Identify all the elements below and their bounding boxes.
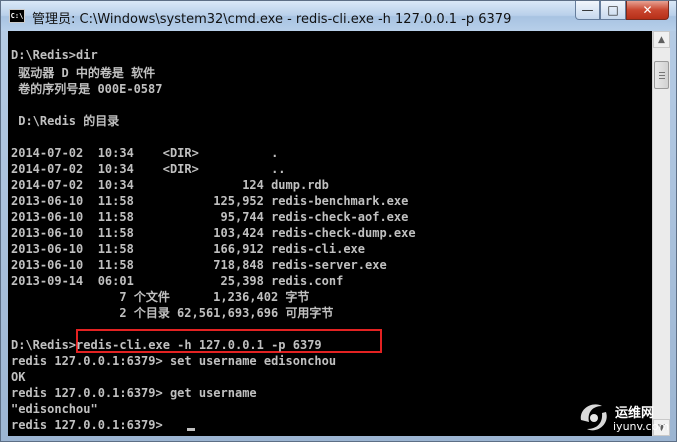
maximize-button[interactable]: □ xyxy=(600,1,626,20)
console-line: 2013-06-10 11:58 166,912 redis-cli.exe xyxy=(11,242,366,256)
window-title: 管理员: C:\Windows\system32\cmd.exe - redis… xyxy=(32,12,512,27)
console-line: 2014-07-02 10:34 124 dump.rdb xyxy=(11,178,329,192)
watermark-url: iyunv.com xyxy=(613,420,670,433)
console-line: 2013-06-10 11:58 718,848 redis-server.ex… xyxy=(11,258,387,272)
watermark: 运维网 iyunv.com xyxy=(575,398,673,438)
scroll-up-button[interactable]: ▲ xyxy=(653,31,670,48)
console-line: "edisonchou" xyxy=(11,402,98,416)
console-area[interactable]: D:\Redis>dir 驱动器 D 中的卷是 软件 卷的序列号是 000E-0… xyxy=(8,31,652,436)
console-line: 2013-06-10 11:58 95,744 redis-check-aof.… xyxy=(11,210,409,224)
scroll-thumb[interactable] xyxy=(654,61,669,89)
console-line: D:\Redis>redis-cli.exe -h 127.0.0.1 -p 6… xyxy=(11,338,322,352)
console-line: 7 个文件 1,236,402 字节 xyxy=(11,290,310,304)
console-line: 2 个目录 62,561,693,696 可用字节 xyxy=(11,306,334,320)
title-bar[interactable]: C:\ 管理员: C:\Windows\system32\cmd.exe - r… xyxy=(1,1,676,31)
console-line: redis 127.0.0.1:6379> get username xyxy=(11,386,257,400)
console-line: 2013-06-10 11:58 125,952 redis-benchmark… xyxy=(11,194,409,208)
console-line: redis 127.0.0.1:6379> xyxy=(11,418,170,432)
watermark-logo-icon xyxy=(580,404,607,431)
console-line: 2013-06-10 11:58 103,424 redis-check-dum… xyxy=(11,226,416,240)
watermark-name: 运维网 xyxy=(615,406,655,421)
console-line: 驱动器 D 中的卷是 软件 xyxy=(11,66,156,80)
console-line: 卷的序列号是 000E-0587 xyxy=(11,82,163,96)
cmd-window: C:\ 管理员: C:\Windows\system32\cmd.exe - r… xyxy=(0,0,677,442)
console-line: OK xyxy=(11,370,26,384)
caption-buttons: — □ ✕ xyxy=(575,1,669,21)
console-line: 2014-07-02 10:34 <DIR> . xyxy=(11,146,279,160)
text-cursor xyxy=(187,428,195,431)
console-line: 2014-07-02 10:34 <DIR> .. xyxy=(11,162,286,176)
vertical-scrollbar[interactable]: ▲ ▼ xyxy=(652,31,670,436)
close-button[interactable]: ✕ xyxy=(626,1,669,20)
console-line: 2013-09-14 06:01 25,398 redis.conf xyxy=(11,274,344,288)
cmd-app-icon[interactable]: C:\ xyxy=(9,9,25,23)
minimize-button[interactable]: — xyxy=(575,1,600,20)
console-line: D:\Redis>dir xyxy=(11,48,98,62)
console-line: redis 127.0.0.1:6379> set username ediso… xyxy=(11,354,337,368)
console-line: D:\Redis 的目录 xyxy=(11,114,120,128)
